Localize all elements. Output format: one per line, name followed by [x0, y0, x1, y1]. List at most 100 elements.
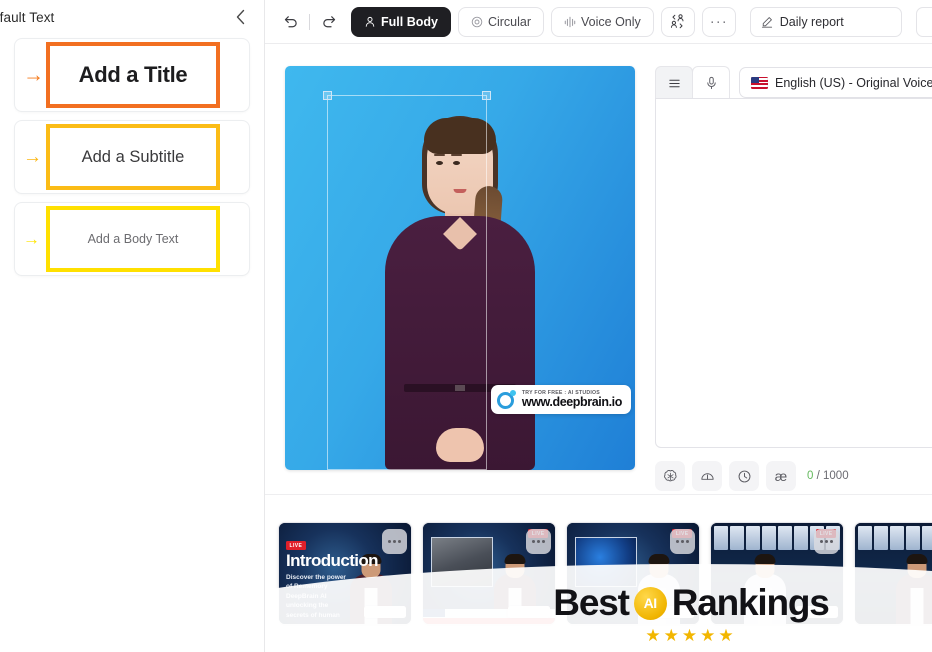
top-toolbar: Full Body Circular Voice Only ··· Daily …: [265, 0, 932, 44]
speed-button[interactable]: [692, 461, 722, 491]
pencil-icon: [761, 16, 772, 28]
live-badge: LIVE: [286, 541, 306, 550]
scene-thumbnail[interactable]: LIVE: [854, 522, 932, 625]
add-subtitle-card[interactable]: → Add a Subtitle: [14, 120, 250, 194]
redo-button[interactable]: [318, 10, 340, 34]
scene-thumbnail[interactable]: LIVE: [566, 522, 700, 625]
stage-wrapper: TRY FOR FREE : AI STUDIOS www.deepbrain.…: [279, 66, 641, 494]
scene-watermark: [364, 606, 406, 618]
ai-script-button[interactable]: [655, 461, 685, 491]
scene-menu-button[interactable]: [814, 529, 839, 554]
mode-voice-only-button[interactable]: Voice Only: [551, 6, 654, 37]
deepbrain-watermark: TRY FOR FREE : AI STUDIOS www.deepbrain.…: [490, 384, 631, 414]
script-tab-bar: English (US) - Original Voice: [655, 66, 932, 99]
presenter-hair: [648, 554, 670, 564]
presenter-hair: [754, 554, 776, 564]
scene-thumbnail[interactable]: LIVE: [710, 522, 844, 625]
video-canvas[interactable]: TRY FOR FREE : AI STUDIOS www.deepbrain.…: [285, 66, 635, 470]
presenter-shirt: [758, 588, 772, 624]
default-text-list: → Add a Title → Add a Subtitle → Add a B…: [0, 34, 264, 276]
presenter-hair: [504, 554, 526, 564]
logo-dot: [509, 389, 516, 396]
toolbar-divider: [309, 13, 310, 30]
script-panel: English (US) - Original Voice ▲ ▼: [641, 66, 932, 494]
add-title-label: Add a Title: [78, 62, 188, 87]
mode-circular-button[interactable]: Circular: [457, 6, 545, 37]
us-flag-icon: [751, 76, 768, 89]
scene-presenter: [895, 552, 932, 624]
mode-full-body-label: Full Body: [381, 14, 438, 29]
list-lines-icon: [668, 79, 680, 87]
scene-thumbnail[interactable]: LIVE Introduction Discover the power of …: [278, 522, 412, 625]
undo-icon: [284, 16, 297, 28]
annotation-arrow-body: →: [23, 229, 40, 249]
more-dots-icon: [820, 540, 823, 543]
project-name-input[interactable]: Daily report: [749, 6, 902, 37]
undo-button[interactable]: [279, 10, 301, 34]
character-count: 0: [807, 470, 814, 482]
scene-menu-button[interactable]: [526, 529, 551, 554]
main-editor: Full Body Circular Voice Only ··· Daily …: [265, 0, 932, 652]
tab-voice-record[interactable]: [692, 66, 730, 99]
circle-icon: [471, 16, 483, 27]
waveform-icon: [564, 16, 576, 27]
scene-description: Discover the power of Rememory DeepBrain…: [286, 574, 346, 619]
add-body-text-card[interactable]: → Add a Body Text: [14, 202, 250, 276]
swap-avatars-icon: [671, 14, 684, 29]
voice-language-select[interactable]: English (US) - Original Voice: [739, 67, 932, 98]
script-textarea-wrapper[interactable]: ▲ ▼: [655, 98, 932, 448]
character-separator: /: [816, 470, 820, 482]
resize-handle-top-left[interactable]: [323, 91, 332, 100]
add-subtitle-card-inner: Add a Subtitle: [49, 127, 217, 187]
scene-inset-image: [575, 537, 637, 587]
preview-button[interactable]: Preview: [915, 6, 932, 37]
add-body-text-card-inner: Add a Body Text: [49, 209, 217, 269]
mode-full-body-button[interactable]: Full Body: [351, 6, 451, 37]
scene-watermark: [652, 606, 694, 618]
scene-menu-button[interactable]: [382, 529, 407, 554]
scene-video-wall: [855, 526, 932, 550]
collapse-sidebar-button[interactable]: [230, 7, 250, 27]
character-limit: 1000: [823, 470, 849, 482]
scene-menu-button[interactable]: [670, 529, 695, 554]
watermark-url: www.deepbrain.io: [521, 394, 623, 409]
scene-watermark: [508, 606, 550, 618]
more-dots-icon: [676, 540, 679, 543]
script-toolbar: æ 0 / 1000 Listen: [655, 448, 932, 494]
more-dots-icon: [388, 540, 391, 543]
microphone-icon: [706, 76, 716, 90]
script-textarea[interactable]: [656, 99, 932, 447]
phonetic-ae-icon: æ: [774, 468, 788, 484]
annotation-arrow-title: →: [23, 63, 44, 87]
chevron-left-icon: [236, 9, 244, 25]
resize-handle-top-right[interactable]: [482, 91, 491, 100]
redo-icon: [322, 16, 335, 28]
app-root: efault Text → Add a Title → Add a Sub: [0, 0, 932, 652]
sidebar-header: efault Text: [0, 0, 264, 34]
add-title-card-inner: Add a Title: [49, 45, 217, 105]
scene-title: Introduction: [286, 551, 379, 570]
presenter-hair: [906, 554, 928, 564]
add-title-card[interactable]: → Add a Title: [14, 38, 250, 112]
more-dots-icon: [532, 540, 535, 543]
pause-timing-button[interactable]: [729, 461, 759, 491]
voice-language-label: English (US) - Original Voice: [775, 75, 932, 90]
deepbrain-logo-icon: [496, 389, 516, 409]
scene-watermark: [796, 606, 838, 618]
add-body-text-label: Add a Body Text: [87, 232, 179, 246]
scene-strip: LIVE Introduction Discover the power of …: [265, 495, 932, 652]
add-subtitle-label: Add a Subtitle: [81, 147, 185, 166]
tab-text-script[interactable]: [655, 66, 693, 99]
watermark-text-group: TRY FOR FREE : AI STUDIOS www.deepbrain.…: [521, 390, 623, 409]
avatar-selection-box[interactable]: [323, 91, 491, 470]
scene-inset-image: [431, 537, 493, 587]
mode-circular-label: Circular: [487, 14, 532, 29]
swap-avatar-button[interactable]: [660, 6, 695, 37]
pronunciation-button[interactable]: æ: [766, 461, 796, 491]
character-counter: 0 / 1000: [807, 470, 849, 482]
person-icon: [365, 16, 375, 27]
mode-voice-only-label: Voice Only: [581, 14, 641, 29]
scene-thumbnail[interactable]: LIVE: [422, 522, 556, 625]
more-options-button[interactable]: ···: [701, 6, 736, 37]
page-title: efault Text: [0, 9, 55, 25]
